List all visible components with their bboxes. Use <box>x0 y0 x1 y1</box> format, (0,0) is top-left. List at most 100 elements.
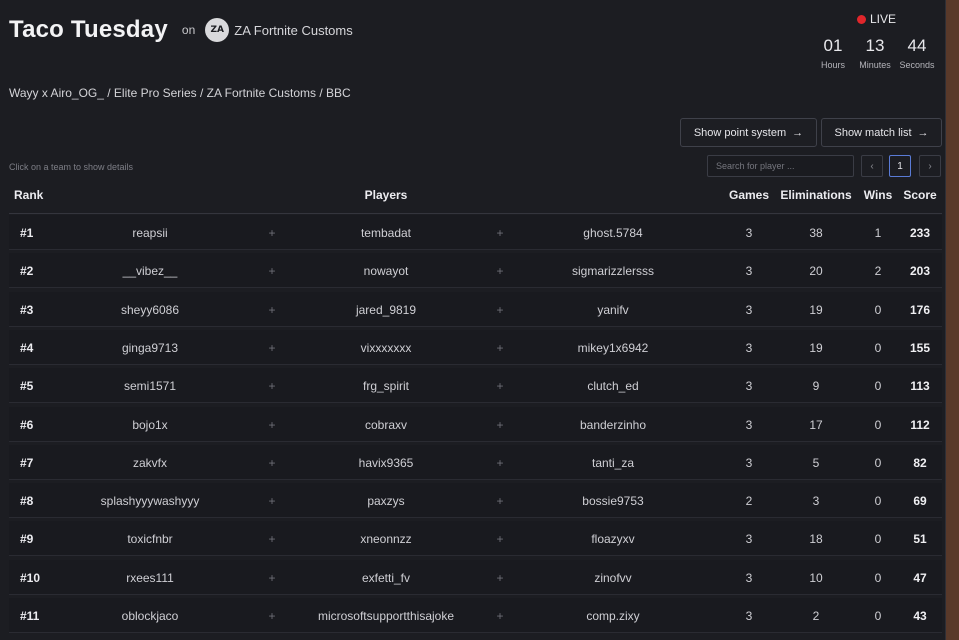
player-name: tanti_za <box>591 455 635 470</box>
table-row[interactable]: #6 bojo1x + cobraxv + banderzinho 3 17 0 112 <box>9 406 942 442</box>
countdown-value: 13 <box>865 36 885 55</box>
plus-separator: + <box>496 264 504 279</box>
wins-value: 2 <box>874 264 882 279</box>
score-value: 176 <box>909 302 931 317</box>
player-name: sigmarizzlersss <box>571 264 655 279</box>
plus-separator: + <box>496 379 504 394</box>
table-row[interactable]: #11 oblockjaco + microsoftsupportthisajoke +… <box>9 598 942 633</box>
player-name: rxees111 <box>126 570 174 585</box>
eliminations-value: 10 <box>809 570 823 585</box>
player-name: jared_9819 <box>355 302 417 317</box>
player-name: bojo1x <box>132 417 168 432</box>
score-value: 112 <box>910 417 930 432</box>
plus-separator: + <box>496 455 504 470</box>
wins-value: 0 <box>874 340 882 355</box>
eliminations-value: 9 <box>812 379 820 394</box>
plus-separator: + <box>496 302 504 317</box>
header-score: Score <box>903 188 937 202</box>
org-logo[interactable]: ZA <box>205 18 230 42</box>
countdown-timer: 01 Hours 13 Minutes 44 Seconds <box>812 36 938 70</box>
eliminations-value: 2 <box>812 609 820 623</box>
breadcrumb[interactable]: Wayy x Airo_OG_ / Elite Pro Series / ZA … <box>9 86 351 100</box>
table-row[interactable]: #2 __vibez__ + nowayot + sigmarizzlersss 3 20 2 2… <box>9 253 942 289</box>
wins-value: 0 <box>874 379 882 394</box>
team-rank: #5 <box>20 379 34 394</box>
team-rank: #8 <box>20 494 34 509</box>
plus-separator: + <box>496 494 504 509</box>
pagination-page-button[interactable]: 1 <box>889 155 911 177</box>
games-value: 3 <box>745 417 753 432</box>
eliminations-value: 19 <box>809 302 823 317</box>
wins-value: 1 <box>874 226 882 240</box>
wins-value: 0 <box>874 570 882 585</box>
table-row[interactable]: #7 zakvfx + havix9365 + tanti_za 3 5 0 82 <box>9 444 942 480</box>
player-name: semi1571 <box>123 379 177 394</box>
table-row[interactable]: #3 sheyy6086 + jared_9819 + yanifv 3 19 0 176 <box>9 291 942 327</box>
score-value: 47 <box>913 570 927 585</box>
player-name: bossie9753 <box>582 494 644 509</box>
player-name: ghost.5784 <box>583 226 643 240</box>
player-name: comp.zixy <box>586 609 640 623</box>
player-name: cobraxv <box>364 417 408 432</box>
plus-separator: + <box>268 494 276 509</box>
eliminations-value: 19 <box>809 340 823 355</box>
plus-separator: + <box>268 264 276 279</box>
score-value: 203 <box>909 264 931 279</box>
team-details-hint: Click on a team to show details <box>9 162 134 172</box>
wins-value: 0 <box>874 455 882 470</box>
arrow-right-icon: → <box>917 126 929 139</box>
header-games: Games <box>728 188 770 202</box>
pagination-next-button[interactable]: › <box>919 155 941 177</box>
games-value: 3 <box>745 226 753 240</box>
plus-separator: + <box>268 340 276 355</box>
wins-value: 0 <box>874 302 882 317</box>
countdown-label: Seconds <box>899 60 935 70</box>
player-search-input[interactable] <box>707 155 854 177</box>
table-row[interactable]: #5 semi1571 + frg_spirit + clutch_ed 3 9 0 113 <box>9 368 942 404</box>
player-name: toxicfnbr <box>127 532 173 547</box>
games-value: 3 <box>745 532 753 547</box>
live-dot-icon <box>857 14 866 24</box>
player-name: __vibez__ <box>122 264 178 279</box>
org-name-link[interactable]: ZA Fortnite Customs <box>234 23 352 38</box>
table-row[interactable]: #4 ginga9713 + vixxxxxxx + mikey1x6942 3 19 0 155 <box>9 329 942 365</box>
countdown-hours: 01 Hours <box>812 36 854 70</box>
eliminations-value: 5 <box>812 455 820 470</box>
plus-separator: + <box>268 302 276 317</box>
player-name: reapsii <box>132 226 168 240</box>
header-players: Players <box>364 188 408 202</box>
score-value: 51 <box>913 532 927 547</box>
player-name: nowayot <box>363 264 409 279</box>
plus-separator: + <box>496 532 504 547</box>
score-value: 82 <box>913 455 927 470</box>
button-label: Show match list <box>834 126 912 139</box>
player-name: sheyy6086 <box>120 302 180 317</box>
score-value: 43 <box>913 609 927 623</box>
pagination-prev-button[interactable]: ‹ <box>861 155 883 177</box>
eliminations-value: 3 <box>812 494 820 509</box>
player-name: havix9365 <box>358 455 414 470</box>
team-rank: #9 <box>20 532 34 547</box>
plus-separator: + <box>496 570 504 585</box>
show-match-list-button[interactable]: Show match list → <box>821 118 942 147</box>
table-row[interactable]: #8 splashyyywashyyy + paxzys + bossie9753 2 3 0 6… <box>9 483 942 519</box>
table-header: Rank Players Games Eliminations Wins Sco… <box>0 184 946 214</box>
player-name: ginga9713 <box>121 340 179 355</box>
team-rank: #11 <box>20 609 40 623</box>
player-name: splashyyywashyyy <box>100 494 200 509</box>
player-name: clutch_ed <box>587 379 639 394</box>
table-row[interactable]: #1 reapsii + tembadat + ghost.5784 3 38 1 233 <box>9 215 942 250</box>
table-row[interactable]: #10 rxees111 + exfetti_fv + zinofvv 3 10 0 47 <box>9 559 942 595</box>
show-point-system-button[interactable]: Show point system → <box>680 118 817 147</box>
countdown-value: 44 <box>907 36 927 55</box>
player-name: zakvfx <box>132 455 168 470</box>
player-name: floazyxv <box>591 532 635 547</box>
player-name: zinofvv <box>594 570 632 585</box>
player-name: xneonnzz <box>360 532 412 547</box>
arrow-right-icon: → <box>792 126 804 139</box>
games-value: 3 <box>745 455 753 470</box>
wins-value: 0 <box>874 532 882 547</box>
leaderboard-panel: Taco Tuesday on ZA ZA Fortnite Customs L… <box>0 0 946 640</box>
table-row[interactable]: #9 toxicfnbr + xneonnzz + floazyxv 3 18 0 51 <box>9 521 942 557</box>
eliminations-value: 17 <box>809 417 823 432</box>
